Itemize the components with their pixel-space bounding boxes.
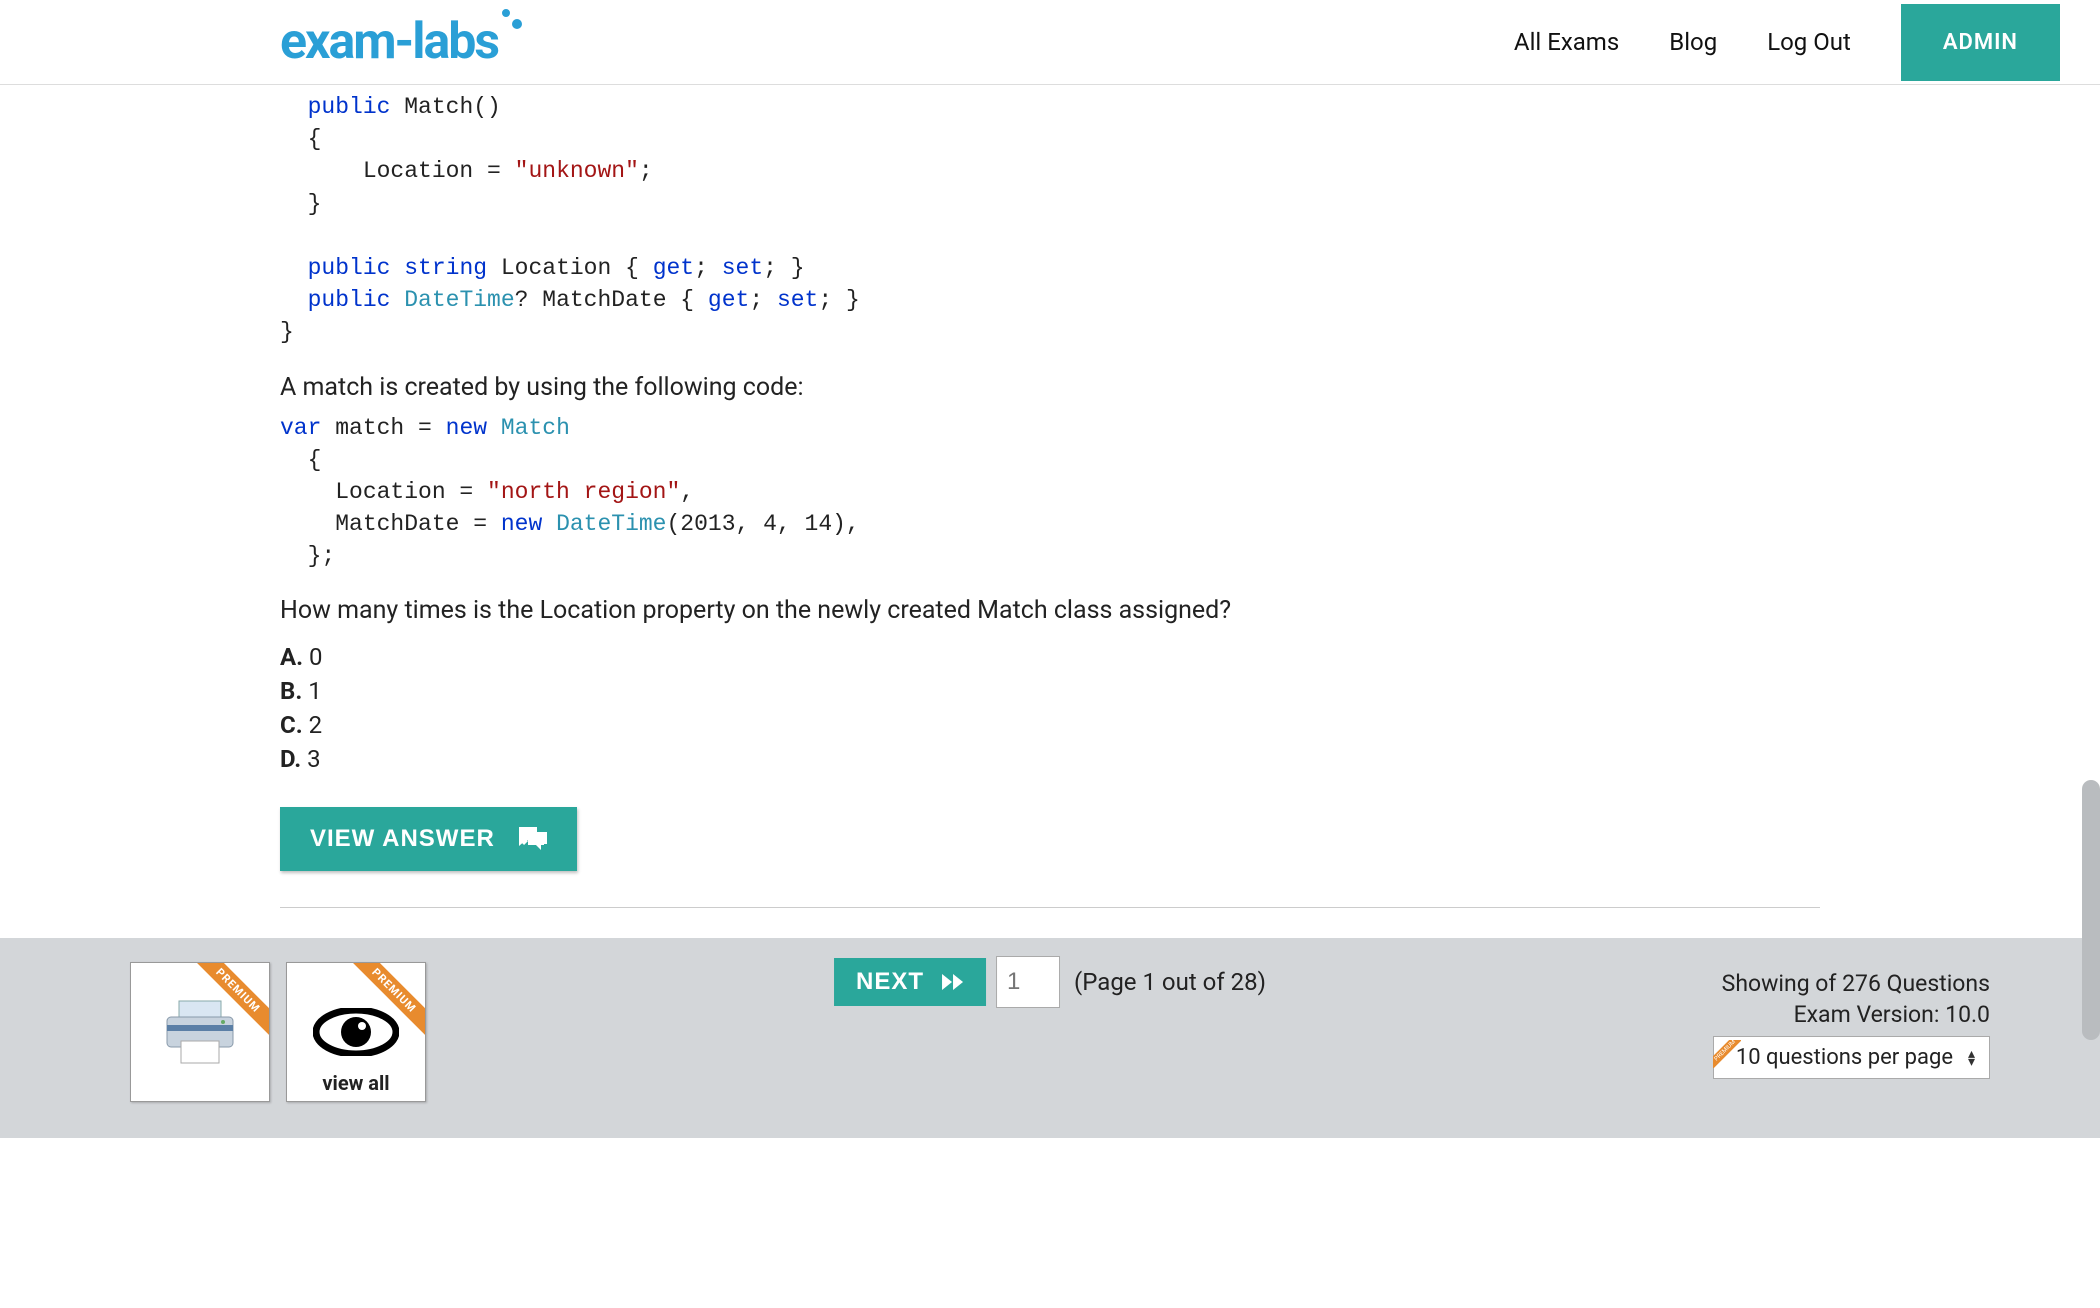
code-text: Location = — [308, 158, 515, 184]
code-keyword: string — [390, 255, 487, 281]
code-keyword: get — [708, 287, 749, 313]
code-block-1: public Match() { Location = "unknown"; }… — [280, 91, 1820, 349]
premium-ribbon: PREMIUM — [345, 963, 425, 1043]
per-page-select[interactable]: PREMIUM 10 questions per page ▴▾ — [1713, 1036, 1990, 1079]
footer-info: Showing of 276 Questions Exam Version: 1… — [1713, 966, 1990, 1083]
code-text: } — [280, 319, 294, 345]
option-text: 2 — [303, 711, 322, 739]
fast-forward-icon — [942, 974, 964, 990]
premium-label: PREMIUM — [345, 963, 425, 1043]
code-keyword: get — [653, 255, 694, 281]
question-text-main: How many times is the Location property … — [280, 596, 1820, 625]
option-letter: D. — [280, 745, 301, 773]
code-text: { — [308, 126, 322, 152]
option-d[interactable]: D. 3 — [280, 745, 1820, 773]
nav-all-exams[interactable]: All Exams — [1514, 28, 1619, 56]
code-keyword: set — [722, 255, 763, 281]
code-text: , — [680, 479, 694, 505]
code-text: (2013, 4, 14), — [667, 511, 860, 537]
option-letter: B. — [280, 677, 302, 705]
code-text: } — [308, 191, 322, 217]
code-string: "unknown" — [515, 158, 639, 184]
pagination: NEXT (Page 1 out of 28) — [834, 956, 1266, 1008]
code-string: "north region" — [487, 479, 680, 505]
code-text: ; — [639, 158, 653, 184]
per-page-label: 10 questions per page — [1736, 1045, 1953, 1070]
code-text: { — [280, 447, 321, 473]
nav-logout[interactable]: Log Out — [1767, 28, 1851, 56]
option-text: 0 — [303, 643, 322, 671]
code-text: ; } — [763, 255, 804, 281]
code-keyword: var — [280, 415, 321, 441]
premium-ribbon-small: PREMIUM — [1713, 1040, 1741, 1068]
option-c[interactable]: C. 2 — [280, 711, 1820, 739]
code-text: }; — [280, 543, 335, 569]
premium-label: PREMIUM — [1713, 1040, 1741, 1068]
question-text-middle: A match is created by using the followin… — [280, 373, 1820, 402]
view-answer-button[interactable]: VIEW ANSWER — [280, 807, 577, 871]
code-block-2: var match = new Match { Location = "nort… — [280, 412, 1820, 573]
option-b[interactable]: B. 1 — [280, 677, 1820, 705]
logo-dot-icon — [502, 9, 510, 17]
view-all-label: view all — [322, 1071, 389, 1095]
code-keyword: new — [446, 415, 487, 441]
code-text: MatchDate = — [280, 511, 501, 537]
comment-icon — [519, 827, 547, 851]
option-text: 1 — [302, 677, 321, 705]
code-keyword: new — [501, 511, 542, 537]
option-letter: C. — [280, 711, 303, 739]
question-content: public Match() { Location = "unknown"; }… — [0, 91, 2100, 938]
logo-text: exam-labs — [280, 13, 498, 71]
code-text: ; — [749, 287, 777, 313]
code-text: Location { — [487, 255, 653, 281]
page-info: (Page 1 out of 28) — [1074, 968, 1266, 996]
code-text: ; — [694, 255, 722, 281]
print-card[interactable]: PREMIUM — [130, 962, 270, 1102]
code-type: DateTime — [542, 511, 666, 537]
code-text: ; } — [818, 287, 859, 313]
code-text: match = — [321, 415, 445, 441]
code-text: ? MatchDate { — [515, 287, 708, 313]
option-letter: A. — [280, 643, 303, 671]
divider — [280, 907, 1820, 908]
code-keyword: public — [308, 255, 391, 281]
exam-version: Exam Version: 10.0 — [1713, 1001, 1990, 1028]
view-answer-label: VIEW ANSWER — [310, 825, 495, 853]
code-keyword: public — [308, 287, 391, 313]
logo[interactable]: exam-labs — [280, 13, 498, 71]
code-type: Match — [487, 415, 570, 441]
scrollbar[interactable] — [2082, 780, 2100, 1040]
premium-label: PREMIUM — [189, 963, 269, 1043]
option-text: 3 — [301, 745, 320, 773]
code-keyword: public — [308, 94, 391, 120]
admin-button[interactable]: ADMIN — [1901, 4, 2060, 81]
code-type: DateTime — [390, 287, 514, 313]
code-keyword: set — [777, 287, 818, 313]
code-text: Location = — [280, 479, 487, 505]
logo-dot-icon — [512, 19, 522, 29]
showing-count: Showing of 276 Questions — [1713, 970, 1990, 997]
view-all-card[interactable]: PREMIUM view all — [286, 962, 426, 1102]
nav-blog[interactable]: Blog — [1669, 28, 1717, 56]
header: exam-labs All Exams Blog Log Out ADMIN — [0, 0, 2100, 85]
main-nav: All Exams Blog Log Out ADMIN — [1514, 4, 2060, 81]
option-a[interactable]: A. 0 — [280, 643, 1820, 671]
page-input[interactable] — [996, 956, 1060, 1008]
answer-options: A. 0 B. 1 C. 2 D. 3 — [280, 643, 1820, 773]
select-arrows-icon: ▴▾ — [1968, 1050, 1975, 1066]
next-label: NEXT — [856, 968, 924, 996]
code-text: Match() — [390, 94, 500, 120]
next-button[interactable]: NEXT — [834, 958, 986, 1006]
premium-ribbon: PREMIUM — [189, 963, 269, 1043]
footer: PREMIUM PREMIUM view all NEXT — [0, 938, 2100, 1138]
